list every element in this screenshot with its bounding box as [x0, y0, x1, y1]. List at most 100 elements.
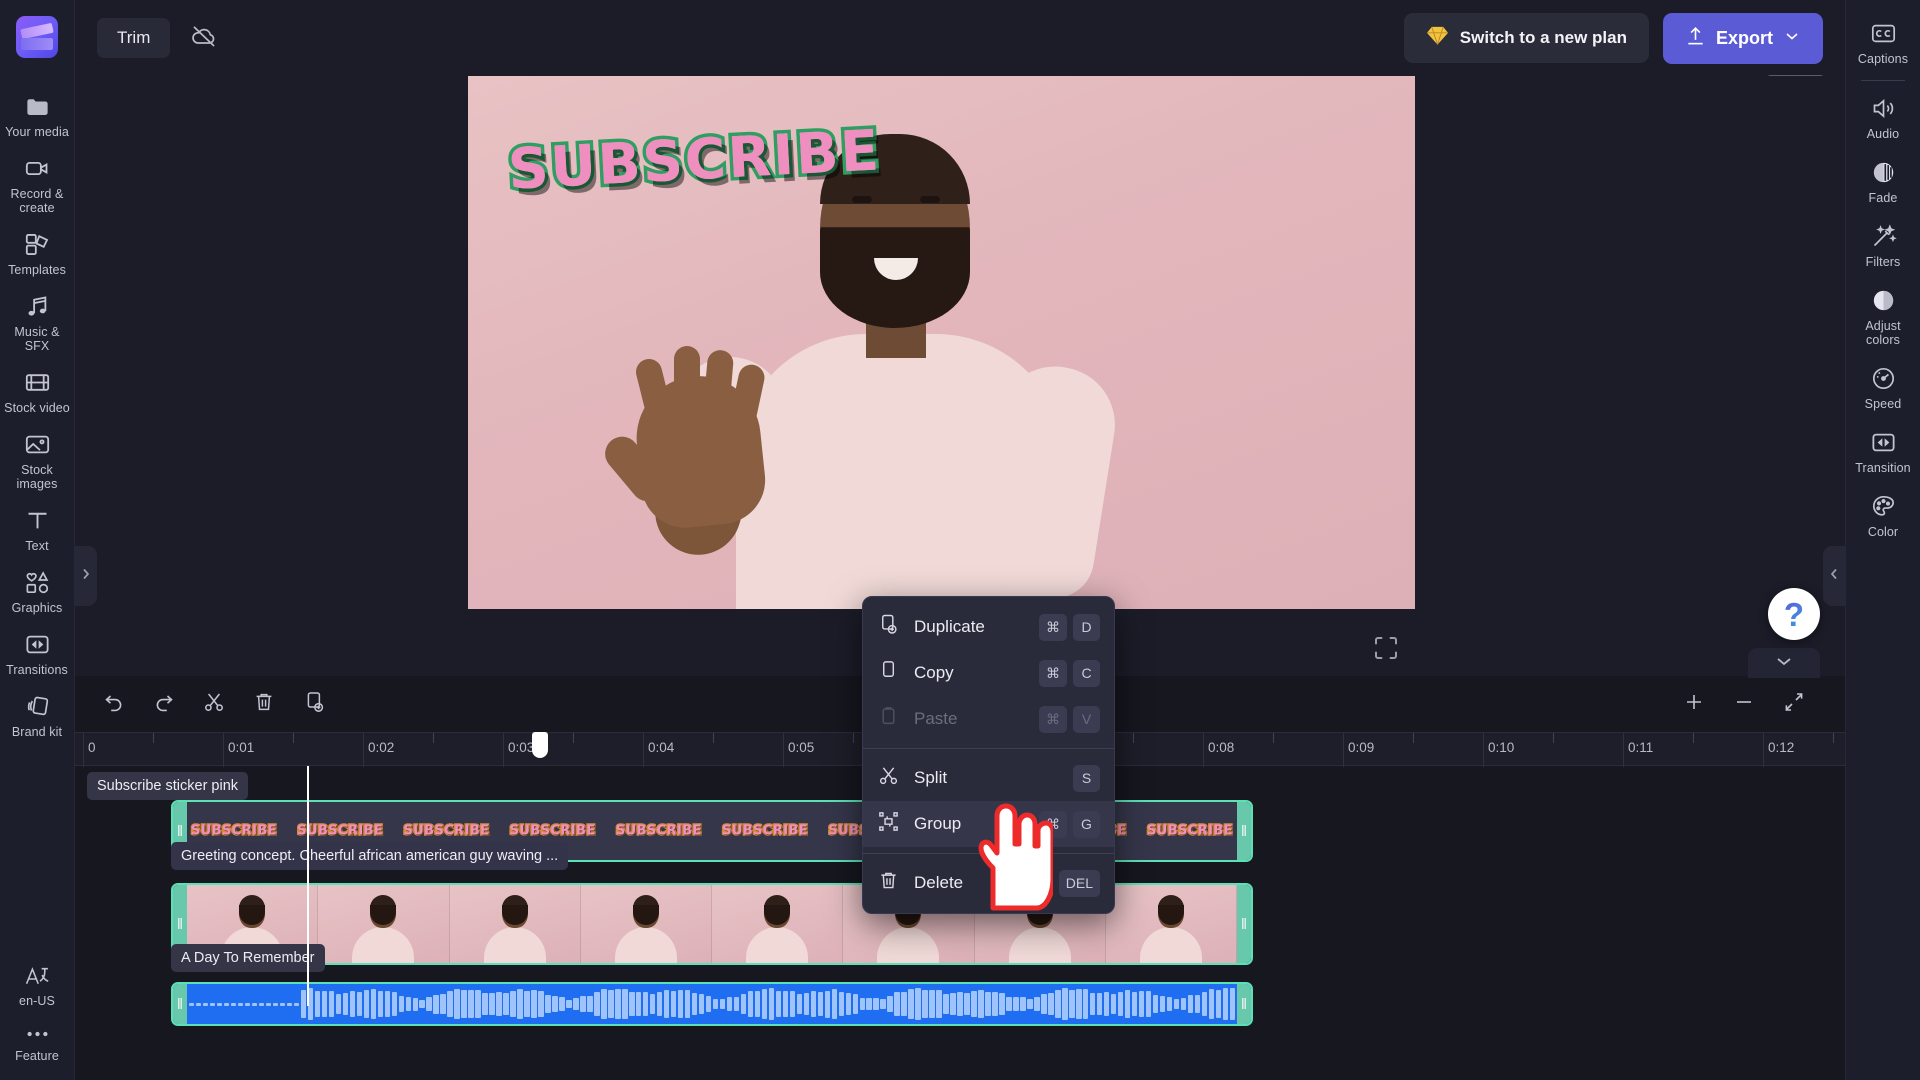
- clip-trim-handle-right[interactable]: ‖: [1237, 802, 1251, 860]
- waveform-bar: [971, 991, 977, 1017]
- waveform-bar: [349, 991, 356, 1017]
- waveform-bar: [594, 992, 600, 1016]
- sidebar-item-color[interactable]: Color: [1846, 483, 1920, 547]
- delete-button[interactable]: [245, 685, 283, 723]
- menu-item-duplicate[interactable]: Duplicate ⌘ D: [863, 604, 1114, 650]
- menu-item-shortcut: ⌘ V: [1039, 705, 1100, 733]
- left-sidebar: Your media Record & create Templates Mus…: [0, 0, 75, 1080]
- menu-item-split[interactable]: Split S: [863, 755, 1114, 801]
- waveform-bar: [1083, 989, 1089, 1019]
- cloud-off-button[interactable]: [184, 18, 224, 58]
- chevron-down-icon: [1774, 654, 1794, 673]
- collapse-preview-button[interactable]: [1748, 648, 1820, 678]
- waveform-bar: [636, 992, 642, 1016]
- playhead-handle[interactable]: [532, 732, 548, 758]
- sidebar-item-fade[interactable]: Fade: [1846, 149, 1920, 213]
- help-button[interactable]: ?: [1768, 588, 1820, 640]
- waveform-bar: [377, 991, 384, 1017]
- zoom-out-button[interactable]: [1725, 685, 1763, 723]
- speedometer-icon: [1870, 365, 1897, 392]
- fullscreen-button[interactable]: [1371, 633, 1405, 667]
- fit-to-screen-button[interactable]: [1775, 685, 1813, 723]
- waveform-bar: [803, 992, 810, 1016]
- sidebar-item-captions[interactable]: Captions: [1846, 10, 1920, 74]
- split-button[interactable]: [195, 685, 233, 723]
- waveform-bar: [1159, 996, 1166, 1012]
- ruler-tick-label: 0:03: [508, 740, 535, 755]
- waveform-bar: [922, 990, 928, 1018]
- waveform-bar: [698, 994, 705, 1014]
- clip-thumbnail: SUBSCRIBE: [721, 822, 809, 840]
- duplicate-button[interactable]: [295, 685, 333, 723]
- sidebar-item-stock-images[interactable]: Stock images: [0, 422, 75, 498]
- undo-button[interactable]: [95, 685, 133, 723]
- zoom-in-button[interactable]: [1675, 685, 1713, 723]
- menu-item-copy[interactable]: Copy ⌘ C: [863, 650, 1114, 696]
- clip-trim-handle-left[interactable]: ‖: [173, 984, 187, 1024]
- waveform-bar: [356, 992, 363, 1016]
- waveform-bar: [496, 991, 502, 1017]
- ruler-subtick: [713, 733, 714, 743]
- sidebar-item-transitions[interactable]: Transitions: [0, 622, 75, 684]
- ruler-tick-label: 0:09: [1348, 740, 1375, 755]
- trim-button[interactable]: Trim: [97, 18, 171, 58]
- waveform-bar: [629, 991, 635, 1016]
- waveform-bar: [1110, 993, 1117, 1015]
- language-icon: [24, 964, 51, 989]
- clip-trim-handle-right[interactable]: ‖: [1237, 885, 1251, 963]
- sidebar-item-audio[interactable]: Audio: [1846, 85, 1920, 149]
- waveform-bar: [321, 990, 328, 1018]
- waveform-bar: [237, 1002, 244, 1006]
- waveform-bar: [1215, 989, 1222, 1019]
- collapse-right-panel-button[interactable]: [1823, 546, 1845, 606]
- shortcut-key: S: [1073, 764, 1100, 792]
- transition-icon: [24, 631, 51, 658]
- waveform-bar: [1166, 996, 1173, 1012]
- sidebar-item-templates[interactable]: Templates: [0, 222, 75, 284]
- switch-plan-button[interactable]: Switch to a new plan: [1403, 13, 1649, 63]
- waveform-bar: [1034, 997, 1040, 1011]
- sidebar-item-brand-kit[interactable]: Brand kit: [0, 684, 75, 746]
- sidebar-item-graphics[interactable]: Graphics: [0, 560, 75, 622]
- sidebar-item-label: Transition: [1855, 461, 1911, 475]
- sidebar-item-label: Speed: [1864, 397, 1902, 411]
- sidebar-item-filters[interactable]: Filters: [1846, 213, 1920, 277]
- waveform-bar: [1062, 988, 1068, 1020]
- sidebar-item-adjust-colors[interactable]: Adjust colors: [1846, 277, 1920, 355]
- waveform-bar: [859, 998, 865, 1010]
- clip-audio[interactable]: ‖ ‖: [171, 982, 1253, 1026]
- expand-left-panel-button[interactable]: [75, 546, 97, 606]
- sidebar-item-label: Templates: [8, 263, 66, 277]
- sidebar-item-stock-video[interactable]: Stock video: [0, 360, 75, 422]
- right-sidebar: Captions Audio Fade Filters Adjust color…: [1845, 0, 1920, 1080]
- ruler-subtick: [1833, 733, 1834, 743]
- sidebar-item-speed[interactable]: Speed: [1846, 355, 1920, 419]
- sidebar-item-transition[interactable]: Transition: [1846, 419, 1920, 483]
- waveform-bar: [943, 993, 949, 1015]
- clipchamp-logo[interactable]: [16, 16, 58, 58]
- playhead[interactable]: [307, 732, 548, 1006]
- waveform-bar: [223, 1002, 230, 1006]
- audio-waveform: [189, 984, 1236, 1024]
- waveform-bar: [1055, 990, 1061, 1018]
- paste-icon: [877, 705, 900, 733]
- waveform-bar: [1089, 992, 1096, 1016]
- sidebar-item-your-media[interactable]: Your media: [0, 84, 75, 146]
- video-preview[interactable]: SUBSCRIBE SUBSCRIBE: [468, 76, 1415, 609]
- sidebar-item-record-create[interactable]: Record & create: [0, 146, 75, 222]
- sidebar-item-music-sfx[interactable]: Music & SFX: [0, 284, 75, 360]
- sidebar-item-text[interactable]: Text: [0, 498, 75, 560]
- video-thumbnail: [318, 885, 450, 963]
- waveform-bar: [894, 992, 900, 1016]
- fullscreen-icon: [1371, 637, 1401, 667]
- export-button[interactable]: Export: [1662, 12, 1823, 64]
- redo-button[interactable]: [145, 685, 183, 723]
- sidebar-item-language[interactable]: en-US: [0, 955, 75, 1015]
- shortcut-key: G: [1073, 810, 1100, 838]
- image-icon: [24, 431, 51, 458]
- sidebar-item-feature[interactable]: Feature: [0, 1015, 75, 1070]
- ruler-subtick: [1413, 733, 1414, 743]
- closed-captions-icon: [1870, 20, 1897, 47]
- clip-trim-handle-right[interactable]: ‖: [1237, 984, 1251, 1024]
- text-icon: [24, 507, 51, 534]
